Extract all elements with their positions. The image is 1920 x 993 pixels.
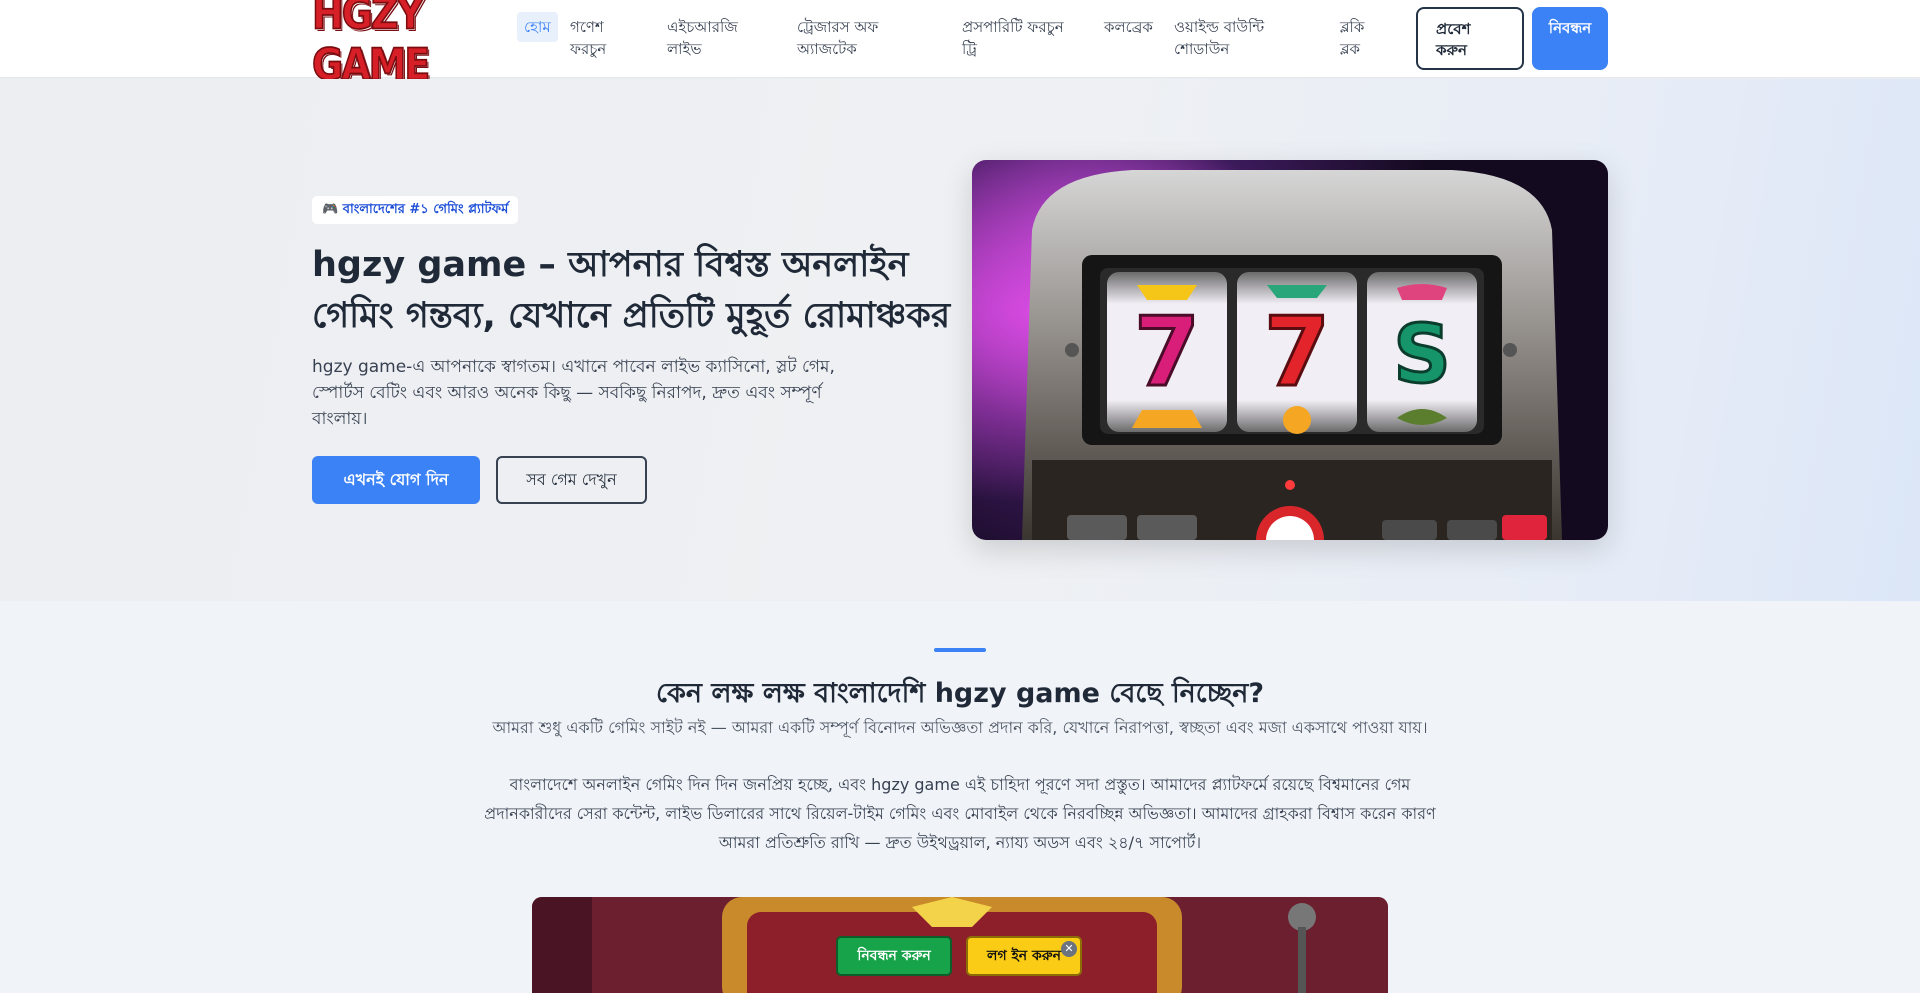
platform-badge: 🎮 বাংলাদেশের #১ গেমিং প্ল্যাটফর্ম [312, 196, 519, 224]
nav-item-prosperity-fortune-tree[interactable]: প্রসপারিটি ফরচুন ট্রি [962, 16, 1078, 60]
register-button[interactable]: নিবন্ধন [1532, 7, 1608, 70]
svg-text:7: 7 [1264, 298, 1330, 408]
section-subtitle: আমরা শুধু একটি গেমিং সাইট নই — আমরা একটি… [492, 718, 1428, 737]
nav-item-ganesh-fortune[interactable]: গণেশ ফরচুন [570, 16, 630, 60]
badge-text: 🎮 বাংলাদেশের #১ গেমিং প্ল্যাটফর্ম [322, 201, 509, 217]
nav-item-treasures-aztec[interactable]: ট্রেজারস অফ অ্যাজটেক [797, 16, 925, 60]
section-body: বাংলাদেশে অনলাইন গেমিং দিন দিন জনপ্রিয় … [484, 775, 1436, 852]
hero-title: hgzy game – আপনার বিশ্বস্ত অনলাইন গেমিং … [312, 245, 951, 336]
floating-login-label: লগ ইন করুন [987, 948, 1061, 964]
hero-description: hgzy game-এ আপনাকে স্বাগতম। এখানে পাবেন … [312, 357, 835, 429]
slot-machine-image: 7 7 S [972, 160, 1608, 540]
nav-item-blocky-blocks[interactable]: ব্লকি ব্লক [1340, 16, 1380, 60]
section-divider [934, 648, 986, 652]
svg-text:7: 7 [1134, 298, 1200, 408]
floating-register-button[interactable]: নিবন্ধন করুন [836, 936, 952, 976]
site-logo[interactable]: HGZY GAME [311, 0, 502, 90]
nav-item-hrg-live[interactable]: এইচআরজি লাইভ [667, 16, 751, 60]
join-now-button[interactable]: এখনই যোগ দিন [312, 456, 480, 504]
section-title: কেন লক্ষ লক্ষ বাংলাদেশি hgzy game বেছে ন… [656, 678, 1264, 709]
nav-item-wild-bounty-showdown[interactable]: ওয়াইল্ড বাউন্টি শোডাউন [1174, 16, 1290, 60]
site-header: HGZY GAME হোম গণেশ ফরচুন এইচআরজি লাইভ ট্… [0, 0, 1920, 90]
nav-item-home[interactable]: হোম [517, 12, 558, 42]
view-all-games-button[interactable]: সব গেম দেখুন [496, 456, 647, 504]
logo-text: HGZY GAME [311, 0, 431, 90]
floating-action-buttons: নিবন্ধন করুন লগ ইন করুন ✕ [836, 936, 1082, 976]
login-button[interactable]: প্রবেশ করুন [1416, 7, 1524, 70]
slot-machine-illustration: 7 7 S [972, 160, 1608, 540]
close-icon[interactable]: ✕ [1061, 941, 1077, 957]
nav-item-callbreak[interactable]: কলব্রেক [1104, 16, 1164, 38]
svg-text:S: S [1393, 308, 1451, 401]
floating-login-button[interactable]: লগ ইন করুন ✕ [966, 936, 1082, 976]
hero-section [0, 79, 1920, 601]
